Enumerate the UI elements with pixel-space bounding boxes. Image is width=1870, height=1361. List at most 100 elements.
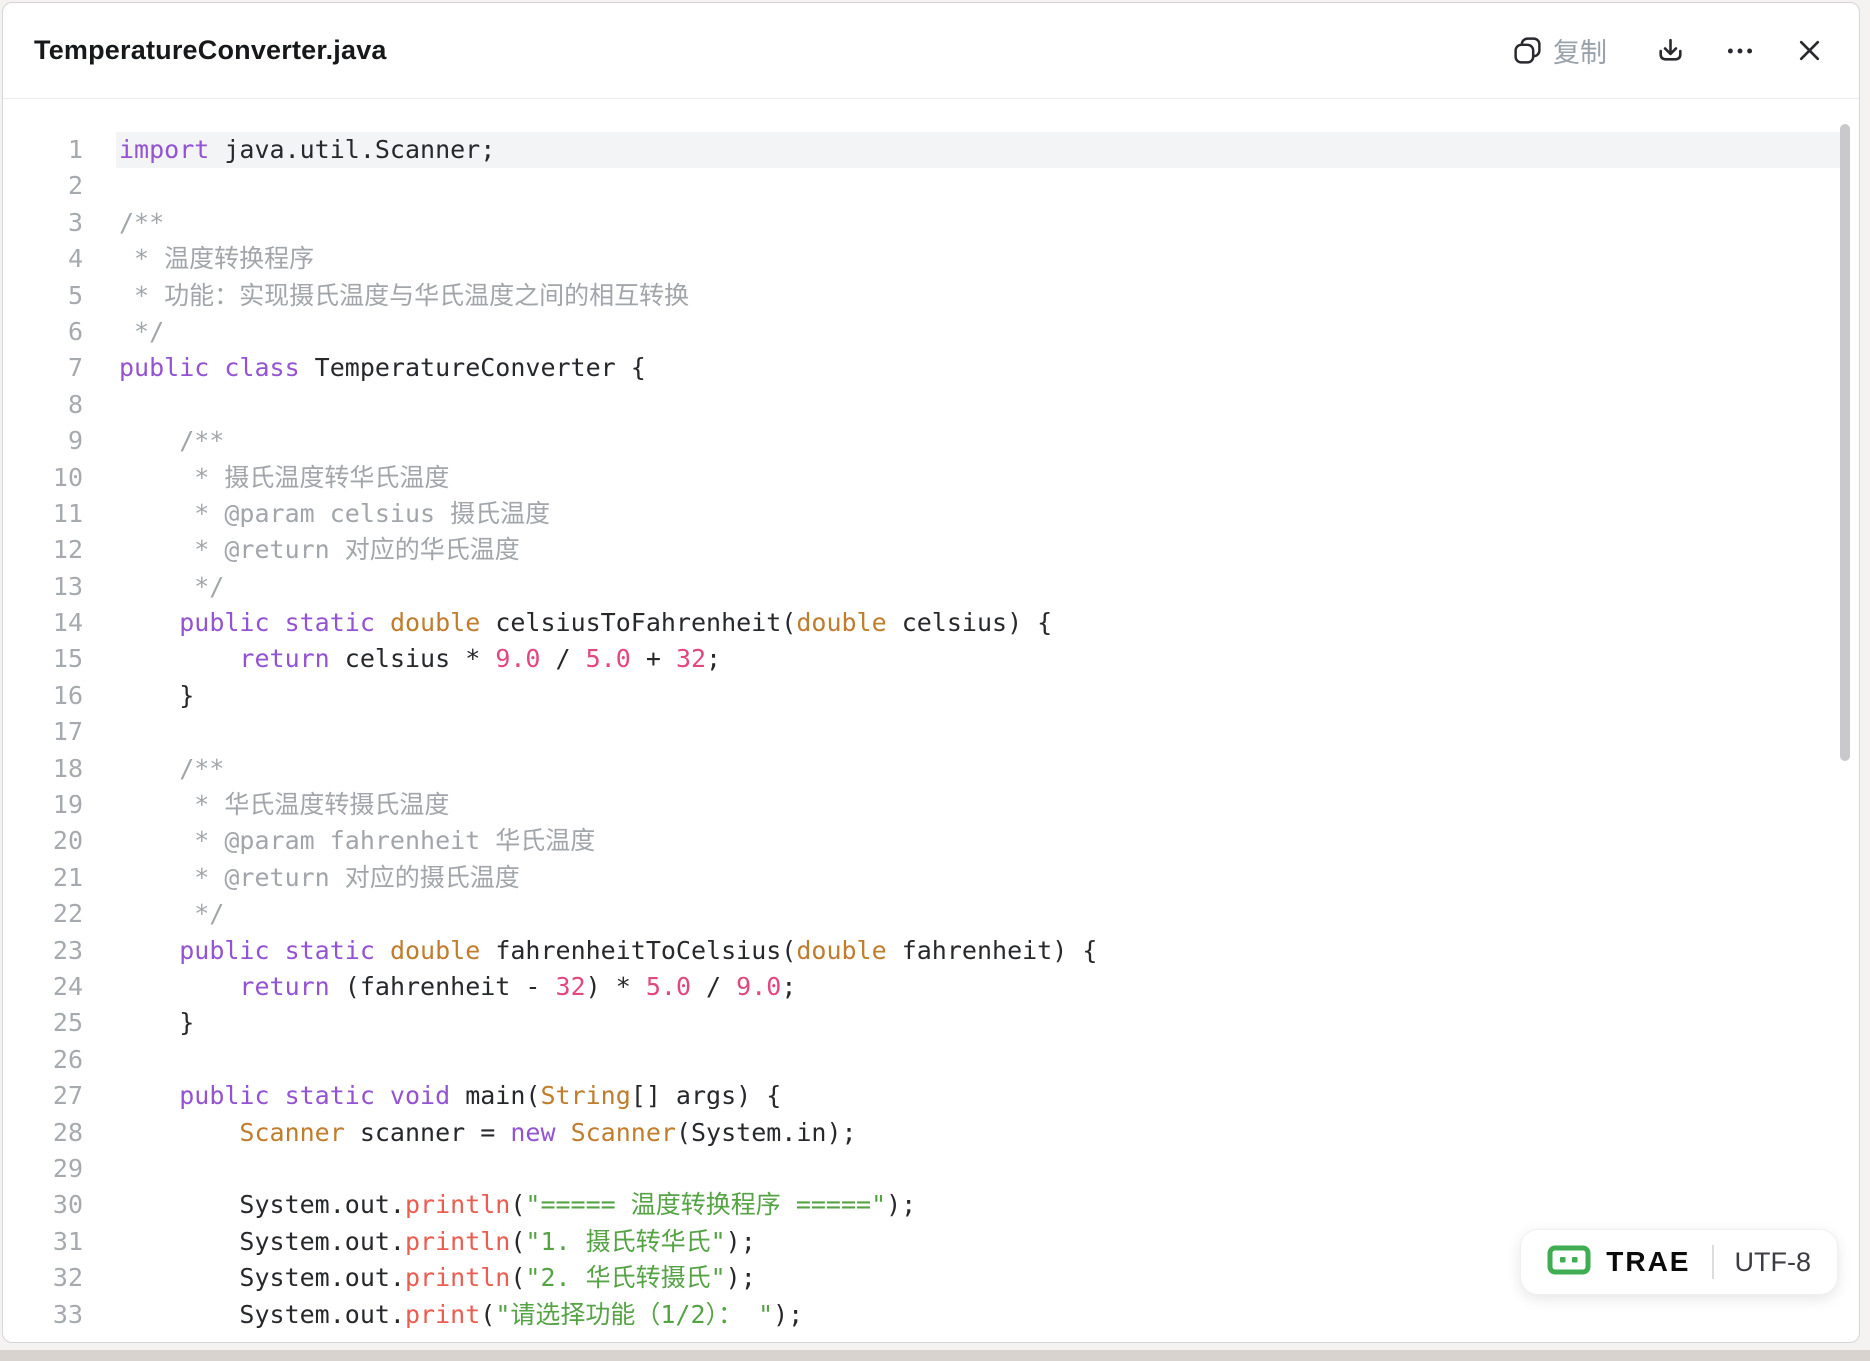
code-line xyxy=(116,714,1843,750)
code-line-row: 16 } xyxy=(3,678,1843,714)
line-number: 10 xyxy=(3,460,83,496)
code-line-row: 26 xyxy=(3,1042,1843,1078)
line-number: 32 xyxy=(3,1260,83,1296)
line-number: 20 xyxy=(3,823,83,859)
code-line: */ xyxy=(116,569,1843,605)
line-number: 14 xyxy=(3,605,83,641)
line-number: 6 xyxy=(3,314,83,350)
code-line: * 功能：实现摄氏温度与华氏温度之间的相互转换 xyxy=(116,278,1843,314)
code-line: /** xyxy=(116,751,1843,787)
code-line: public static double celsiusToFahrenheit… xyxy=(116,605,1843,641)
more-icon xyxy=(1724,35,1756,67)
code-line-row: 24 return (fahrenheit - 32) * 5.0 / 9.0; xyxy=(3,969,1843,1005)
line-number: 13 xyxy=(3,569,83,605)
code-line: * @return 对应的摄氏温度 xyxy=(116,860,1843,896)
badge-divider xyxy=(1712,1245,1714,1279)
code-line-row: 29 xyxy=(3,1151,1843,1187)
code-line-row: 17 xyxy=(3,714,1843,750)
code-line: /** xyxy=(116,423,1843,459)
line-number: 30 xyxy=(3,1187,83,1223)
copy-button-label: 复制 xyxy=(1553,31,1607,70)
line-number: 31 xyxy=(3,1224,83,1260)
trae-logo-icon xyxy=(1547,1242,1591,1283)
code-line xyxy=(116,1042,1843,1078)
code-line: System.out.println("===== 温度转换程序 =====")… xyxy=(116,1187,1843,1223)
line-number: 17 xyxy=(3,714,83,750)
code-line: */ xyxy=(116,896,1843,932)
encoding-label: UTF-8 xyxy=(1735,1247,1812,1278)
line-number: 21 xyxy=(3,860,83,896)
code-line: public class TemperatureConverter { xyxy=(116,350,1843,386)
line-number: 2 xyxy=(3,168,83,204)
line-number: 4 xyxy=(3,241,83,277)
line-number: 22 xyxy=(3,896,83,932)
code-line-row: 15 return celsius * 9.0 / 5.0 + 32; xyxy=(3,641,1843,677)
scrollbar-thumb[interactable] xyxy=(1840,124,1850,761)
code-line: public static double fahrenheitToCelsius… xyxy=(116,933,1843,969)
code-line: } xyxy=(116,1005,1843,1041)
code-line-row: 18 /** xyxy=(3,751,1843,787)
line-number: 26 xyxy=(3,1042,83,1078)
code-line-row: 22 */ xyxy=(3,896,1843,932)
line-number: 27 xyxy=(3,1078,83,1114)
code-line: * @param celsius 摄氏温度 xyxy=(116,496,1843,532)
code-line-row: 10 * 摄氏温度转华氏温度 xyxy=(3,460,1843,496)
code-line: /** xyxy=(116,205,1843,241)
code-line: public static void main(String[] args) { xyxy=(116,1078,1843,1114)
code-line-row: 5 * 功能：实现摄氏温度与华氏温度之间的相互转换 xyxy=(3,278,1843,314)
line-number: 8 xyxy=(3,387,83,423)
code-line-row: 28 Scanner scanner = new Scanner(System.… xyxy=(3,1115,1843,1151)
screen: TemperatureConverter.java 复制 xyxy=(0,0,1870,1361)
line-number: 11 xyxy=(3,496,83,532)
line-number: 7 xyxy=(3,350,83,386)
brand-label: TRAE xyxy=(1606,1246,1690,1278)
code-line-row: 19 * 华氏温度转摄氏温度 xyxy=(3,787,1843,823)
line-number: 12 xyxy=(3,532,83,568)
line-number: 5 xyxy=(3,278,83,314)
copy-button[interactable]: 复制 xyxy=(1508,27,1611,74)
code-line-row: 30 System.out.println("===== 温度转换程序 ====… xyxy=(3,1187,1843,1223)
code-line: return celsius * 9.0 / 5.0 + 32; xyxy=(116,641,1843,677)
copy-icon xyxy=(1512,35,1543,66)
code-line: } xyxy=(116,678,1843,714)
status-badge: TRAE UTF-8 xyxy=(1520,1229,1838,1295)
download-button[interactable] xyxy=(1651,31,1690,70)
code-line: * @return 对应的华氏温度 xyxy=(116,532,1843,568)
line-number: 16 xyxy=(3,678,83,714)
close-button[interactable] xyxy=(1790,31,1829,70)
titlebar-actions: 复制 xyxy=(1508,27,1829,74)
code-line: * @param fahrenheit 华氏温度 xyxy=(116,823,1843,859)
line-number: 15 xyxy=(3,641,83,677)
code-line: import java.util.Scanner; xyxy=(116,132,1843,168)
line-number: 18 xyxy=(3,751,83,787)
download-icon xyxy=(1655,35,1686,66)
code-line-row: 33 System.out.print("请选择功能（1/2）： "); xyxy=(3,1297,1843,1333)
code-line-row: 27 public static void main(String[] args… xyxy=(3,1078,1843,1114)
line-number: 19 xyxy=(3,787,83,823)
line-number: 29 xyxy=(3,1151,83,1187)
file-preview-window: TemperatureConverter.java 复制 xyxy=(2,2,1860,1343)
code-line-row: 7 public class TemperatureConverter { xyxy=(3,350,1843,386)
code-line-row: 1 import java.util.Scanner; xyxy=(3,132,1843,168)
line-number: 28 xyxy=(3,1115,83,1151)
code-line xyxy=(116,387,1843,423)
file-title: TemperatureConverter.java xyxy=(34,35,387,66)
code-line: * 华氏温度转摄氏温度 xyxy=(116,787,1843,823)
line-number: 23 xyxy=(3,933,83,969)
code-viewer: 1import java.util.Scanner;23/**4 * 温度转换程… xyxy=(3,99,1859,1333)
close-icon xyxy=(1794,35,1825,66)
code-line: */ xyxy=(116,314,1843,350)
more-button[interactable] xyxy=(1720,31,1760,71)
line-number: 1 xyxy=(3,132,83,168)
code-line-row: 4 * 温度转换程序 xyxy=(3,241,1843,277)
code-line: * 温度转换程序 xyxy=(116,241,1843,277)
line-number: 33 xyxy=(3,1297,83,1333)
code-line: System.out.print("请选择功能（1/2）： "); xyxy=(116,1297,1843,1333)
line-number: 24 xyxy=(3,969,83,1005)
code-line-row: 12 * @return 对应的华氏温度 xyxy=(3,532,1843,568)
line-number: 25 xyxy=(3,1005,83,1041)
code-line-row: 14 public static double celsiusToFahrenh… xyxy=(3,605,1843,641)
code-line: return (fahrenheit - 32) * 5.0 / 9.0; xyxy=(116,969,1843,1005)
code-line-row: 3/** xyxy=(3,205,1843,241)
code-line-row: 2 xyxy=(3,168,1843,204)
